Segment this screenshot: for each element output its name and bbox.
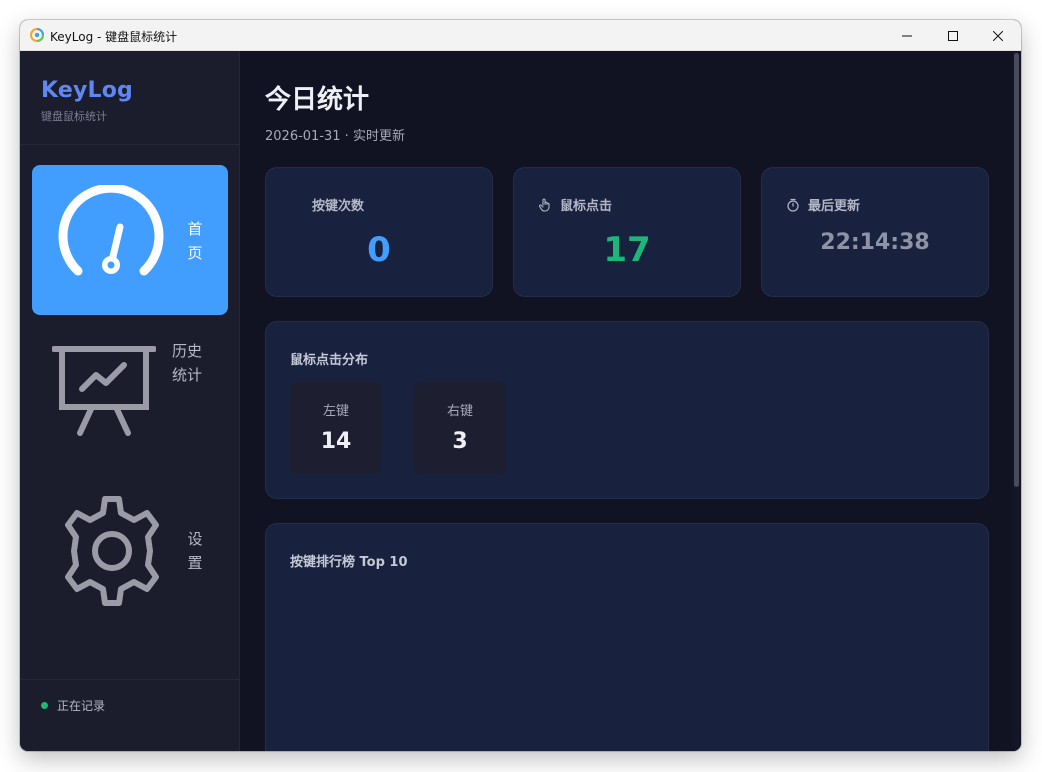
stat-value-keypress: 0 [367, 230, 391, 270]
right-click-box: 右键 3 [414, 382, 506, 474]
sidebar-item-settings[interactable]: 设置 [32, 477, 228, 627]
close-button[interactable] [975, 20, 1021, 51]
sidebar-item-label: 首页 [187, 220, 203, 262]
mini-value: 3 [452, 429, 468, 454]
window-title: KeyLog - 键盘鼠标统计 [50, 30, 178, 44]
sidebar-item-home[interactable]: 首页 [32, 165, 228, 315]
stat-card-mouse-clicks: 鼠标点击 17 [513, 167, 741, 297]
page-subtitle: 2026-01-31 · 实时更新 [265, 129, 405, 144]
dashboard-gauge-icon [58, 185, 164, 276]
main-content: 今日统计 2026-01-31 · 实时更新 按键次数 0 鼠标点击 17 最后… [241, 51, 1021, 751]
app-window: KeyLog - 键盘鼠标统计 KeyLog 键盘鼠标统计 首页 历史统计 设置… [20, 20, 1021, 751]
app-icon [30, 28, 44, 42]
stat-label: 最后更新 [808, 199, 861, 214]
stat-label: 按键次数 [312, 199, 365, 214]
minimize-button[interactable] [884, 20, 930, 51]
status-text: 正在记录 [57, 699, 106, 713]
mouse-distribution-card: 鼠标点击分布 左键 14 右键 3 [265, 321, 989, 499]
stat-value-mouse-clicks: 17 [603, 230, 651, 270]
left-click-box: 左键 14 [290, 382, 382, 474]
sidebar-item-label: 设置 [187, 530, 203, 572]
maximize-button[interactable] [930, 20, 976, 51]
scrollbar-thumb[interactable] [1014, 53, 1019, 487]
brand-name: KeyLog [41, 78, 134, 103]
stat-header: 按键次数 [312, 195, 364, 214]
stat-card-last-update: 最后更新 22:14:38 [761, 167, 989, 297]
brand: KeyLog 键盘鼠标统计 [41, 78, 134, 123]
stat-header: 鼠标点击 [538, 195, 612, 214]
sidebar: KeyLog 键盘鼠标统计 首页 历史统计 设置 正在记录 [20, 51, 240, 751]
stat-header: 最后更新 [786, 195, 860, 214]
sidebar-item-label: 历史统计 [171, 342, 202, 384]
title-bar[interactable]: KeyLog - 键盘鼠标统计 [20, 20, 1021, 51]
recording-status: 正在记录 [41, 697, 105, 714]
stat-label: 鼠标点击 [560, 199, 613, 214]
stat-card-keypress: 按键次数 0 [265, 167, 493, 297]
mini-value: 14 [320, 429, 352, 454]
gear-icon [65, 496, 159, 606]
brand-divider [20, 144, 240, 145]
section-title: 鼠标点击分布 [290, 353, 369, 368]
stat-value-last-update: 22:14:38 [820, 230, 930, 255]
vertical-scrollbar[interactable] [1012, 51, 1021, 751]
maximize-icon [948, 30, 958, 41]
key-ranking-card: 按键排行榜 Top 10 [265, 523, 989, 751]
mini-label: 右键 [446, 404, 473, 419]
minimize-icon [902, 35, 912, 36]
stopwatch-icon [787, 198, 799, 212]
page-title: 今日统计 [265, 85, 370, 115]
hand-pointer-icon [538, 198, 550, 212]
section-title: 按键排行榜 Top 10 [290, 555, 408, 570]
sidebar-item-history[interactable]: 历史统计 [32, 329, 228, 479]
status-dot [41, 702, 48, 709]
brand-subtitle: 键盘鼠标统计 [41, 110, 107, 123]
mini-label: 左键 [322, 404, 349, 419]
presentation-chart-icon [52, 346, 156, 436]
close-icon [993, 30, 1003, 41]
status-divider [20, 679, 240, 680]
